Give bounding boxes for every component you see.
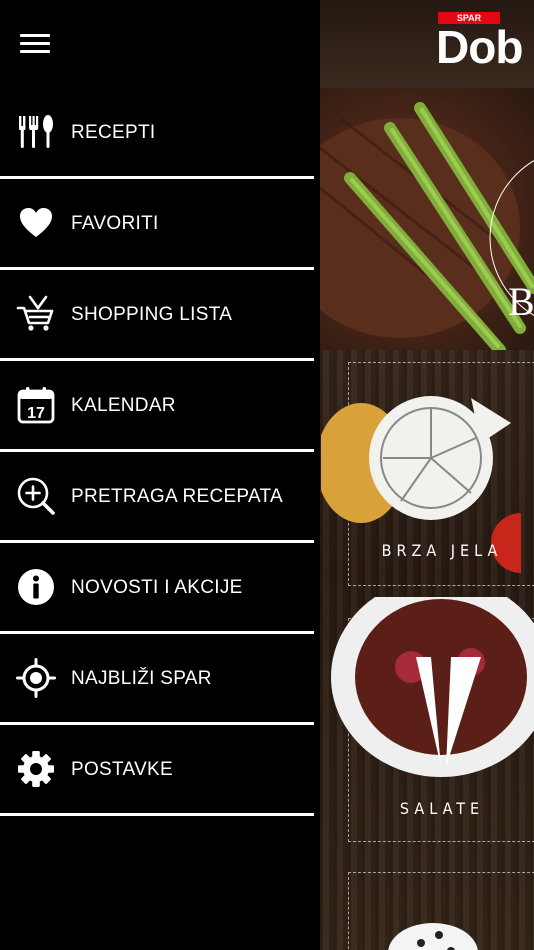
menu-item-favoriti[interactable]: FAVORITI: [0, 179, 314, 270]
fork-knife-icon: [16, 112, 56, 152]
calendar-day-number: 17: [27, 405, 45, 422]
category-tile-third[interactable]: [348, 872, 534, 950]
main-content-background: SPAR Dob B BRZA JELA SALATE: [320, 0, 534, 950]
salate-image: [331, 597, 534, 777]
menu-item-postavke[interactable]: POSTAVKE: [0, 725, 314, 816]
asparagus-steak-image: [320, 102, 534, 356]
menu-label-favoriti: FAVORITI: [71, 213, 159, 234]
search-plus-icon: [16, 476, 56, 516]
menu-item-najblizi-spar[interactable]: NAJBLIŽI SPAR: [0, 634, 314, 725]
salate-label: SALATE: [399, 799, 485, 818]
brza-jela-label: BRZA JELA: [381, 541, 503, 560]
hamburger-icon[interactable]: [20, 33, 50, 55]
category-tile-brza-jela[interactable]: BRZA JELA: [321, 362, 534, 586]
menu-label-pretraga-recepata: PRETRAGA RECEPATA: [71, 486, 284, 507]
menu-label-kalendar: KALENDAR: [71, 395, 176, 416]
menu-label-recepti: RECEPTI: [71, 122, 156, 143]
gear-icon: [16, 749, 56, 789]
third-tile-image: [388, 923, 478, 950]
info-icon: [16, 567, 56, 607]
navigation-drawer: RECEPTI FAVORITI SHOPPING LISTA 17 KALEN…: [0, 0, 320, 950]
calendar-icon: 17: [16, 385, 56, 425]
shopping-cart-icon: [16, 294, 56, 334]
menu-label-najblizi-spar: NAJBLIŽI SPAR: [71, 668, 212, 689]
heart-icon: [16, 203, 56, 243]
menu-label-shopping-lista: SHOPPING LISTA: [71, 304, 233, 325]
menu-label-postavke: POSTAVKE: [71, 759, 174, 780]
menu-item-pretraga-recepata[interactable]: PRETRAGA RECEPATA: [0, 452, 314, 543]
drawer-menu: RECEPTI FAVORITI SHOPPING LISTA 17 KALEN…: [0, 88, 314, 816]
category-tile-salate[interactable]: SALATE: [331, 597, 534, 842]
menu-item-recepti[interactable]: RECEPTI: [0, 88, 314, 179]
hero-title-letter: B: [508, 279, 534, 324]
menu-label-novosti-i-akcije: NOVOSTI I AKCIJE: [71, 577, 243, 598]
app-header: SPAR Dob: [320, 0, 534, 88]
app-logo-text: Dob: [436, 21, 523, 73]
hero-banner[interactable]: B: [320, 88, 534, 356]
location-target-icon: [16, 658, 56, 698]
menu-item-novosti-i-akcije[interactable]: NOVOSTI I AKCIJE: [0, 543, 314, 634]
menu-item-kalendar[interactable]: 17 KALENDAR: [0, 361, 314, 452]
menu-item-shopping-lista[interactable]: SHOPPING LISTA: [0, 270, 314, 361]
